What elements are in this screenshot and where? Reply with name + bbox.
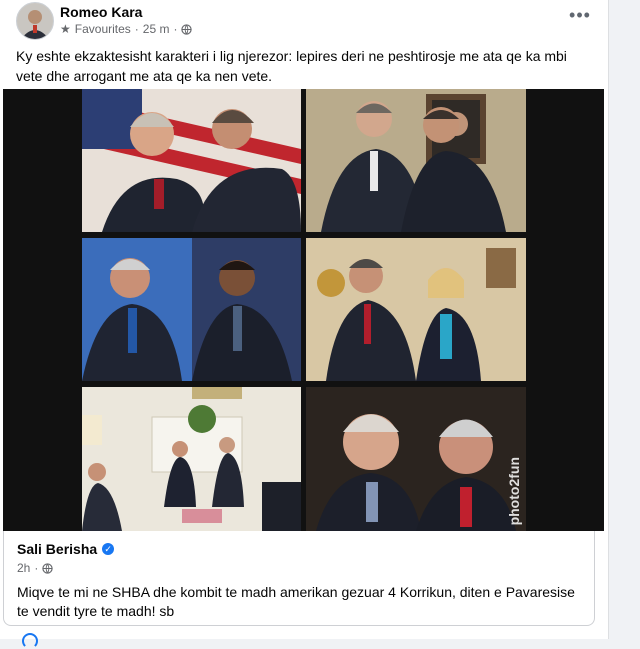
tile-6: photo2fun [306,387,526,531]
meta-separator: · [34,561,39,575]
post-card: Romeo Kara ★ Favourites · 25 m · ••• Ky … [0,0,609,649]
shared-time[interactable]: 2h [17,561,30,575]
reaction-icon[interactable] [22,633,38,649]
tile-4 [306,238,526,381]
more-options-icon[interactable]: ••• [564,6,596,30]
shared-meta: 2h · [17,561,54,575]
post-text: Ky eshte ekzaktesisht karakteri i lig nj… [16,48,567,84]
star-icon: ★ [60,22,71,36]
post-photo[interactable]: photo2fun [3,89,604,531]
tile-2 [306,89,526,232]
meta-separator: · [173,22,178,36]
avatar-image [17,3,53,39]
author-name[interactable]: Romeo Kara [60,4,142,20]
shared-author: Sali Berisha ✓ [17,541,115,557]
shared-text: Miqve te mi ne SHBA dhe kombit te madh a… [17,584,575,619]
audience-label[interactable]: Favourites [75,22,131,36]
tile-5 [82,387,301,531]
meta-separator: · [134,22,139,36]
tile-1 [82,89,301,232]
page-background [609,0,640,639]
globe-icon [181,23,193,35]
watermark: photo2fun [506,456,522,525]
post-header: Romeo Kara ★ Favourites · 25 m · ••• [16,2,596,40]
tile-3 [82,238,301,381]
post-time[interactable]: 25 m [143,22,170,36]
shared-post[interactable]: Sali Berisha ✓ 2h · Miqve te mi ne SHBA … [3,531,595,626]
verified-badge-icon: ✓ [102,543,115,555]
globe-icon [42,562,54,574]
shared-author-name[interactable]: Sali Berisha [17,541,97,557]
post-meta: ★ Favourites · 25 m · [60,22,193,36]
author-avatar[interactable] [16,2,54,40]
